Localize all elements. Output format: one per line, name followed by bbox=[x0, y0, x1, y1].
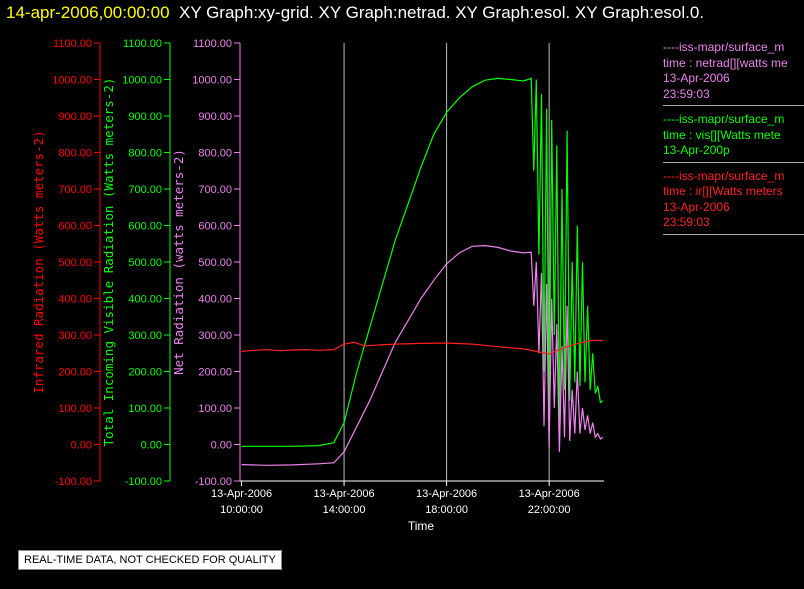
x-tick-date: 13-Apr-2006 bbox=[416, 488, 477, 500]
y-tick-label: 100.00 bbox=[198, 403, 232, 415]
y-tick-label: -100.00 bbox=[55, 476, 92, 488]
y-tick-label: 300.00 bbox=[198, 330, 232, 342]
x-tick-time: 18:00:00 bbox=[425, 504, 468, 516]
legend-line: 23:59:03 bbox=[663, 215, 710, 229]
y-tick-label: 800.00 bbox=[58, 148, 92, 160]
y-tick-label: 1100.00 bbox=[193, 38, 232, 50]
x-axis-label: Time bbox=[408, 519, 435, 533]
legend-line: ----iss-mapr/surface_m bbox=[663, 112, 785, 126]
y-tick-label: 1100.00 bbox=[53, 38, 92, 50]
status-note: REAL-TIME DATA, NOT CHECKED FOR QUALITY bbox=[18, 550, 282, 570]
y-tick-label: 600.00 bbox=[128, 221, 162, 233]
legend-line: 23:59:03 bbox=[663, 86, 710, 101]
y-tick-label: 0.00 bbox=[211, 440, 232, 452]
y-tick-label: 400.00 bbox=[128, 294, 162, 306]
y-tick-label: 900.00 bbox=[198, 111, 232, 123]
y-tick-label: 600.00 bbox=[198, 221, 232, 233]
y-tick-label: 700.00 bbox=[58, 184, 92, 196]
legend-line: time : ir[][Watts meters bbox=[663, 184, 783, 198]
y-tick-label: 300.00 bbox=[128, 330, 162, 342]
y-tick-label: 400.00 bbox=[58, 294, 92, 306]
y-tick-label: 1000.00 bbox=[192, 75, 232, 87]
x-tick-time: 22:00:00 bbox=[528, 504, 571, 516]
legend-line: time : netrad[][watts me bbox=[663, 55, 788, 70]
legend: ----iss-mapr/surface_m time : netrad[][wa… bbox=[663, 40, 804, 241]
legend-line: 13-Apr-200p bbox=[663, 143, 730, 157]
y-tick-label: 900.00 bbox=[128, 111, 162, 123]
y-tick-label: 0.00 bbox=[141, 440, 162, 452]
legend-line: time : vis[][Watts mete bbox=[663, 127, 781, 142]
y-axis-label: Net Radiation (watts meters-2) bbox=[171, 149, 186, 375]
y-tick-label: 500.00 bbox=[198, 257, 232, 269]
y-tick-label: 400.00 bbox=[198, 294, 232, 306]
y-tick-label: 500.00 bbox=[58, 257, 92, 269]
legend-line: ----iss-mapr/surface_m bbox=[663, 40, 785, 54]
legend-entry: ----iss-mapr/surface_m time : ir[][Watts … bbox=[663, 169, 804, 235]
y-axis-label: Total Incoming Visible Radiation (Watts … bbox=[101, 78, 116, 447]
y-tick-label: -100.00 bbox=[125, 476, 162, 488]
y-tick-label: -100.00 bbox=[195, 476, 232, 488]
x-tick-date: 13-Apr-2006 bbox=[519, 488, 580, 500]
x-tick-time: 10:00:00 bbox=[220, 504, 263, 516]
y-tick-label: 200.00 bbox=[58, 367, 92, 379]
x-tick-time: 14:00:00 bbox=[323, 504, 366, 516]
y-tick-label: 700.00 bbox=[128, 184, 162, 196]
y-tick-label: 900.00 bbox=[58, 111, 92, 123]
y-tick-label: 1100.00 bbox=[123, 38, 162, 50]
y-tick-label: 800.00 bbox=[198, 148, 232, 160]
y-tick-label: 600.00 bbox=[58, 221, 92, 233]
legend-entry: ----iss-mapr/surface_m time : netrad[][wa… bbox=[663, 40, 804, 106]
y-tick-label: 800.00 bbox=[128, 148, 162, 160]
legend-line: 13-Apr-2006 bbox=[663, 71, 730, 85]
legend-entry: ----iss-mapr/surface_m time : vis[][Watts… bbox=[663, 112, 804, 163]
y-tick-label: 700.00 bbox=[198, 184, 232, 196]
y-tick-label: 1000.00 bbox=[52, 75, 92, 87]
y-tick-label: 200.00 bbox=[128, 367, 162, 379]
y-tick-label: 300.00 bbox=[58, 330, 92, 342]
y-tick-label: 0.00 bbox=[71, 440, 92, 452]
x-tick-date: 13-Apr-2006 bbox=[211, 488, 272, 500]
x-tick-date: 13-Apr-2006 bbox=[313, 488, 374, 500]
y-tick-label: 1000.00 bbox=[122, 75, 162, 87]
y-tick-label: 200.00 bbox=[198, 367, 232, 379]
legend-line: ----iss-mapr/surface_m bbox=[663, 168, 785, 183]
y-tick-label: 100.00 bbox=[128, 403, 162, 415]
y-axis-label: Infrared Radiation (Watts meters-2) bbox=[31, 130, 46, 393]
y-tick-label: 100.00 bbox=[58, 403, 92, 415]
y-tick-label: 500.00 bbox=[128, 257, 162, 269]
legend-line: 13-Apr-2006 bbox=[663, 199, 730, 214]
